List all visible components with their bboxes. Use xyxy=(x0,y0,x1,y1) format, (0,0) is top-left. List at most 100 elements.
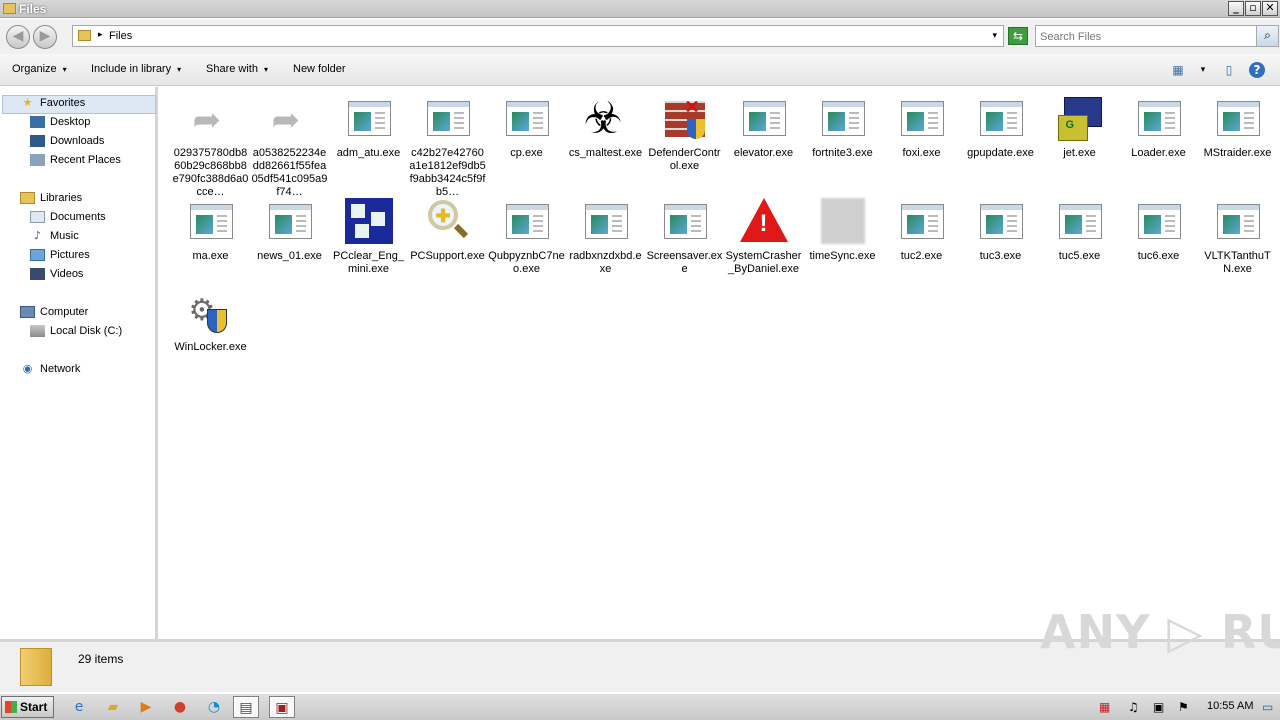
preview-pane-icon[interactable]: ▯ xyxy=(1221,62,1237,78)
chrome-icon[interactable]: ● xyxy=(167,696,193,718)
nav-music[interactable]: ♪ Music xyxy=(30,230,79,247)
file-name: gpupdate.exe xyxy=(967,147,1034,159)
libraries-icon xyxy=(20,192,35,205)
search-box[interactable]: ⌕ xyxy=(1035,25,1279,47)
file-item[interactable]: radbxnzdxbd.exe xyxy=(566,192,645,276)
minimize-button[interactable]: _ xyxy=(1228,1,1244,16)
file-name: radbxnzdxbd.exe xyxy=(569,250,642,275)
network-icon: ◉ xyxy=(22,362,33,376)
window-titlebar[interactable]: Files _ ▫ ✕ xyxy=(0,0,1280,18)
file-item[interactable]: Gjet.exe xyxy=(1040,89,1119,160)
file-item[interactable]: adm_atu.exe xyxy=(329,89,408,160)
breadcrumb-separator[interactable]: ▸ xyxy=(98,29,103,40)
file-item[interactable]: tuc6.exe xyxy=(1119,192,1198,263)
restore-button[interactable]: ▫ xyxy=(1245,1,1261,16)
share-with-menu[interactable]: Share with ▾ xyxy=(206,63,268,75)
nav-desktop[interactable]: Desktop xyxy=(30,116,90,133)
start-label: Start xyxy=(20,700,48,714)
volume-icon[interactable]: ♫ xyxy=(1128,700,1139,714)
media-player-icon[interactable]: ▶ xyxy=(133,696,159,718)
nav-recent-places[interactable]: Recent Places xyxy=(30,154,121,171)
close-button[interactable]: ✕ xyxy=(1262,1,1278,16)
include-in-library-label: Include in library xyxy=(91,63,172,75)
file-item[interactable]: MStraider.exe xyxy=(1198,89,1277,160)
breadcrumb-files[interactable]: Files xyxy=(109,30,132,42)
file-item[interactable]: tuc2.exe xyxy=(882,192,961,263)
nav-network[interactable]: ◉ Network xyxy=(20,362,81,380)
security-tray-icon[interactable]: ▦ xyxy=(1099,700,1110,714)
nav-local-disk[interactable]: Local Disk (C:) xyxy=(30,325,122,342)
refresh-button[interactable]: ⇆ xyxy=(1008,27,1028,45)
file-name: tuc5.exe xyxy=(1058,250,1101,262)
network-tray-icon[interactable]: ▣ xyxy=(1153,700,1164,714)
action-center-flag-icon[interactable]: ⚑ xyxy=(1178,700,1189,714)
file-item[interactable]: tuc3.exe xyxy=(961,192,1040,263)
file-item[interactable]: c42b27e42760a1e1812ef9db5f9abb3424c5f9fb… xyxy=(408,89,487,199)
file-name: DefenderControl.exe xyxy=(648,147,721,172)
clock[interactable]: 10:55 AM xyxy=(1207,700,1253,712)
new-folder-button[interactable]: New folder xyxy=(293,63,346,75)
edge-icon[interactable]: ◔ xyxy=(201,696,227,718)
active-window-taskbar-icon[interactable]: ▣ xyxy=(269,696,295,718)
help-icon[interactable]: ? xyxy=(1249,62,1265,78)
include-in-library-menu[interactable]: Include in library ▾ xyxy=(91,63,181,75)
window-title: Files xyxy=(19,2,47,16)
windows-logo-icon xyxy=(5,701,17,713)
start-button[interactable]: Start xyxy=(1,696,54,718)
file-item[interactable]: timeSync.exe xyxy=(803,192,882,263)
nav-pictures[interactable]: Pictures xyxy=(30,249,90,266)
organize-menu[interactable]: Organize ▾ xyxy=(12,63,67,75)
file-item[interactable]: cp.exe xyxy=(487,89,566,160)
documents-icon xyxy=(30,211,45,224)
nav-libraries[interactable]: Libraries xyxy=(20,192,82,209)
file-item[interactable]: Loader.exe xyxy=(1119,89,1198,160)
file-item[interactable]: ☣ cs_maltest.exe xyxy=(566,89,645,160)
downloads-icon xyxy=(30,135,45,148)
nav-videos[interactable]: Videos xyxy=(30,268,83,285)
share-with-label: Share with xyxy=(206,63,258,75)
file-item[interactable]: ✕ DefenderControl.exe xyxy=(645,89,724,173)
back-button[interactable]: ◀ xyxy=(6,25,30,49)
file-item[interactable]: ma.exe xyxy=(171,192,250,263)
file-item[interactable]: elevator.exe xyxy=(724,89,803,160)
internet-explorer-icon[interactable]: e xyxy=(66,696,92,718)
file-item[interactable]: PCclear_Eng_mini.exe xyxy=(329,192,408,276)
forward-button[interactable]: ▶ xyxy=(33,25,57,49)
gears-shield-icon: ⚙ xyxy=(187,289,235,337)
file-item[interactable]: Screensaver.exe xyxy=(645,192,724,276)
app-taskbar-icon[interactable]: ▤ xyxy=(233,696,259,718)
taskbar: Start e ▰ ▶ ● ◔ ▤ ▣ ▦ ♫ ▣ ⚑ 10:55 AM ▭ xyxy=(0,693,1280,720)
nav-computer[interactable]: Computer xyxy=(20,306,88,323)
file-item[interactable]: ➦ 029375780db860b29c868bb8e790fc388d6a0cc… xyxy=(171,89,250,199)
file-item[interactable]: ! SystemCrasher_ByDaniel.exe xyxy=(724,192,803,276)
file-item[interactable]: foxi.exe xyxy=(882,89,961,160)
search-input[interactable] xyxy=(1040,29,1250,44)
address-box[interactable]: ▸ Files ▾ xyxy=(72,25,1004,47)
change-view-icon[interactable]: ▦ xyxy=(1170,62,1186,78)
file-item[interactable]: ⚙ WinLocker.exe xyxy=(171,283,250,354)
cubes-icon xyxy=(344,198,393,246)
show-desktop-icon[interactable]: ▭ xyxy=(1262,700,1273,714)
file-item[interactable]: ➦ a0538252234edd82661f55fea05df541c095a9f… xyxy=(250,89,329,199)
file-item[interactable]: news_01.exe xyxy=(250,192,329,263)
file-name: elevator.exe xyxy=(733,147,794,159)
desktop-icon xyxy=(30,116,45,129)
nav-favorites[interactable]: ★ Favorites xyxy=(20,97,86,114)
nav-downloads[interactable]: Downloads xyxy=(30,135,104,152)
file-item[interactable]: QubpyznbC7neo.exe xyxy=(487,192,566,276)
nav-documents[interactable]: Documents xyxy=(30,211,106,228)
shortcut-icon: ➦ xyxy=(271,100,301,140)
address-dropdown-icon[interactable]: ▾ xyxy=(992,30,997,41)
address-bar-row: ◀ ▶ ▸ Files ▾ ⇆ ⌕ xyxy=(0,19,1280,54)
search-icon[interactable]: ⌕ xyxy=(1256,26,1278,46)
file-list-view[interactable]: ➦ 029375780db860b29c868bb8e790fc388d6a0cc… xyxy=(161,87,1280,639)
explorer-taskbar-icon[interactable]: ▰ xyxy=(100,696,126,718)
file-item[interactable]: tuc5.exe xyxy=(1040,192,1119,263)
file-item[interactable]: gpupdate.exe xyxy=(961,89,1040,160)
file-item[interactable]: fortnite3.exe xyxy=(803,89,882,160)
view-options-dropdown-icon[interactable]: ▾ xyxy=(1195,62,1211,78)
file-item[interactable]: VLTKTanthuTN.exe xyxy=(1198,192,1277,276)
file-item[interactable]: ✚ PCSupport.exe xyxy=(408,192,487,263)
biohazard-icon: ☣ xyxy=(583,93,623,144)
window-icon xyxy=(266,198,314,246)
